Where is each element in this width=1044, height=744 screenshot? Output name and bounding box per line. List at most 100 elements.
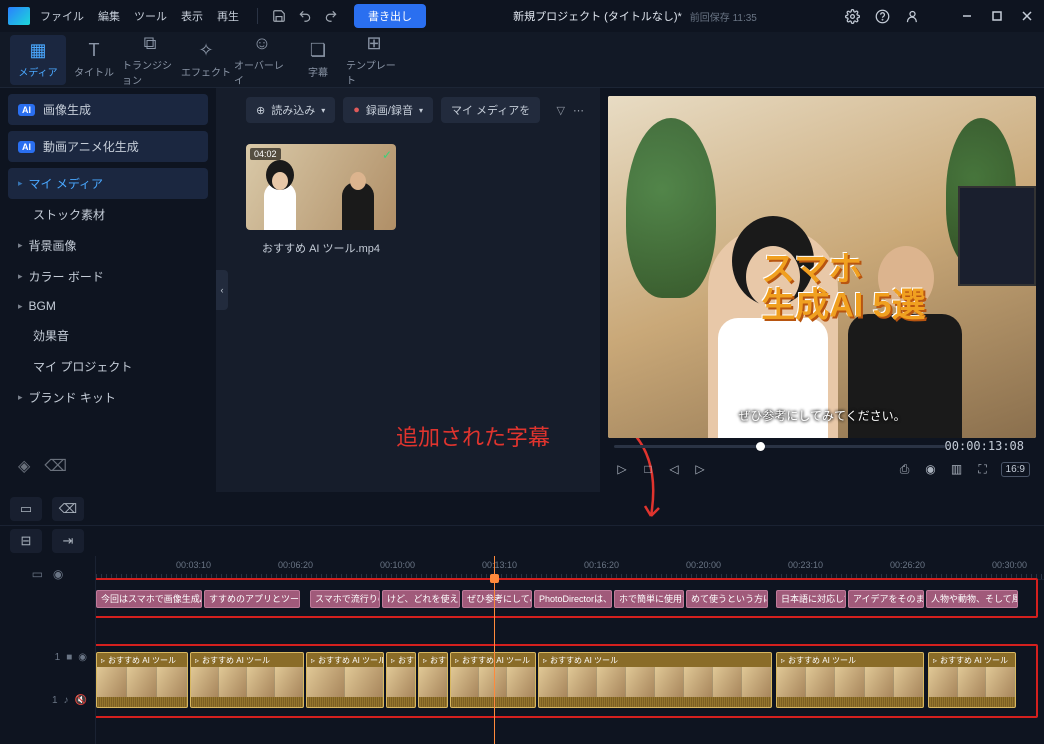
compare-icon[interactable]: ▥ — [949, 462, 965, 476]
timeline-tracks[interactable]: 00:03:1000:06:2000:10:0000:13:1000:16:20… — [96, 556, 1044, 744]
preview-scrubber[interactable]: 00:00:13:08 — [608, 438, 1036, 454]
record-button[interactable]: ●録画/録音▾ — [343, 97, 433, 123]
quality-icon[interactable]: ◉ — [923, 462, 939, 476]
export-button[interactable]: 書き出し — [354, 4, 426, 28]
ai-image-gen-button[interactable]: AI画像生成 — [8, 94, 208, 125]
annotation-label: 追加された字幕 — [396, 420, 550, 452]
ai-anime-gen-button[interactable]: AI動画アニメ化生成 — [8, 131, 208, 162]
video-clip[interactable]: ▹おすすめ AI ツール — [306, 652, 384, 708]
sidebar-item-stock[interactable]: ストック素材 — [8, 199, 208, 230]
timeline-tool-1[interactable]: ▭ — [10, 497, 42, 521]
video-clip[interactable]: ▹おすすめ AI ツール — [96, 652, 188, 708]
check-icon: ✓ — [382, 148, 392, 162]
undo-icon[interactable] — [296, 7, 314, 25]
mute-icon[interactable]: 🔇 — [75, 695, 87, 706]
main-tab-bar: ▦メディア Tタイトル ⧉トランジション ✧エフェクト ☺オーバーレイ ❏字幕 … — [0, 32, 1044, 88]
timeline-mode-2[interactable]: ⇥ — [52, 529, 84, 553]
settings-icon[interactable] — [844, 7, 862, 25]
snapshot-icon[interactable]: ⎙ — [897, 462, 913, 477]
app-logo — [8, 7, 30, 25]
subtitle-clip[interactable]: アイデアをそのまま — [848, 590, 924, 608]
filter-icon[interactable]: ▽ — [557, 104, 565, 117]
audio-track-icon[interactable]: ♪ — [64, 695, 69, 706]
tab-media[interactable]: ▦メディア — [10, 35, 66, 85]
window-close-icon[interactable] — [1018, 7, 1036, 25]
subtitle-clip[interactable]: めて使うという方に — [686, 590, 768, 608]
subtitle-clip[interactable]: 日本語に対応して — [776, 590, 846, 608]
menu-file[interactable]: ファイル — [40, 8, 84, 24]
video-track-icon[interactable]: ■ — [66, 652, 72, 663]
sidebar-item-colorboard[interactable]: ▸カラー ボード — [8, 261, 208, 292]
save-icon[interactable] — [270, 7, 288, 25]
aspect-ratio-button[interactable]: 16:9 — [1001, 462, 1030, 477]
playhead[interactable] — [494, 556, 495, 744]
media-filename: おすすめ AI ツール.mp4 — [246, 240, 396, 256]
video-track[interactable]: ▹おすすめ AI ツール▹おすすめ AI ツール▹おすすめ AI ツール▹おすす… — [96, 650, 1044, 712]
play-icon[interactable]: ▷ — [614, 462, 630, 476]
prev-frame-icon[interactable]: ◁ — [666, 462, 682, 476]
media-content-pane: ‹ ⊕読み込み▾ ●録画/録音▾ マイ メディアを ▽ ⋯ 04:02 ✓ おす… — [216, 88, 600, 492]
media-sidebar: AI画像生成 AI動画アニメ化生成 ▸マイ メディア ストック素材 ▸背景画像 … — [0, 88, 216, 492]
visibility-icon[interactable]: ◉ — [78, 652, 87, 663]
redo-icon[interactable] — [322, 7, 340, 25]
audio-track[interactable] — [96, 712, 1044, 736]
video-clip[interactable]: ▹おすすめ AI ツール — [538, 652, 772, 708]
subtitle-clip[interactable]: 人物や動物、そして風 — [926, 590, 1018, 608]
subtitle-clip[interactable]: けど、どれを使えばい — [382, 590, 460, 608]
tab-title[interactable]: Tタイトル — [66, 35, 122, 85]
menu-edit[interactable]: 編集 — [98, 8, 120, 24]
subtitle-clip[interactable]: 今回はスマホで画像生成A — [96, 590, 202, 608]
window-maximize-icon[interactable] — [988, 7, 1006, 25]
subtitle-clip[interactable]: すすめのアプリとツール — [204, 590, 300, 608]
help-icon[interactable] — [874, 7, 892, 25]
sidebar-item-bgm[interactable]: ▸BGM — [8, 292, 208, 320]
tab-transition[interactable]: ⧉トランジション — [122, 35, 178, 85]
menu-view[interactable]: 表示 — [181, 8, 203, 24]
subtitle-clip[interactable]: ホで簡単に使用で — [614, 590, 684, 608]
subtitle-track[interactable]: 今回はスマホで画像生成Aすすめのアプリとツールスマホで流行りの画けど、どれを使え… — [96, 586, 1044, 616]
next-frame-icon[interactable]: ▷ — [692, 462, 708, 476]
subtitle-clip[interactable]: PhotoDirectorは、 — [534, 590, 612, 608]
sidebar-item-mymedia[interactable]: ▸マイ メディア — [8, 168, 208, 199]
menu-play[interactable]: 再生 — [217, 8, 239, 24]
tab-effect[interactable]: ✧エフェクト — [178, 35, 234, 85]
video-clip[interactable]: ▹おすすめ AI ツール — [418, 652, 448, 708]
menu-tool[interactable]: ツール — [134, 8, 167, 24]
subtitle-clip[interactable]: スマホで流行りの画 — [310, 590, 380, 608]
sidebar-item-brandkit[interactable]: ▸ブランド キット — [8, 382, 208, 413]
sidebar-item-myproject[interactable]: マイ プロジェクト — [8, 351, 208, 382]
import-button[interactable]: ⊕読み込み▾ — [246, 97, 335, 123]
subtitle-clip[interactable]: ぜひ参考にしてみ — [462, 590, 532, 608]
video-clip[interactable]: ▹おすすめ AI ツール — [928, 652, 1016, 708]
timeline-area: ▭ ⌫ ⊟ ⇥ ▭ ◉ 1 ■ ◉ 1 ♪ 🔇 00:03:1000:06:20… — [0, 492, 1044, 744]
tab-template[interactable]: ⊞テンプレート — [346, 35, 402, 85]
video-clip[interactable]: ▹おすすめ AI ツール — [450, 652, 536, 708]
stop-icon[interactable]: □ — [640, 462, 656, 476]
video-clip[interactable]: ▹おすすめ AI ツール — [386, 652, 416, 708]
preview-caption: ぜひ参考にしてみてください。 — [738, 407, 905, 424]
sidebar-item-sfx[interactable]: 効果音 — [8, 320, 208, 351]
timeline-mode-1[interactable]: ⊟ — [10, 529, 42, 553]
mymedia-filter-button[interactable]: マイ メディアを — [441, 97, 540, 123]
video-clip[interactable]: ▹おすすめ AI ツール — [776, 652, 924, 708]
tab-subtitle[interactable]: ❏字幕 — [290, 35, 346, 85]
preview-timecode: 00:00:13:08 — [945, 439, 1024, 453]
project-title: 新規プロジェクト (タイトルなし)* — [513, 8, 682, 24]
eyedropper-icon[interactable]: ◈ — [18, 456, 30, 476]
media-item[interactable]: 04:02 ✓ おすすめ AI ツール.mp4 — [246, 144, 396, 256]
more-icon[interactable]: ⋯ — [573, 104, 584, 117]
video-clip[interactable]: ▹おすすめ AI ツール — [190, 652, 304, 708]
sidebar-item-background[interactable]: ▸背景画像 — [8, 230, 208, 261]
window-minimize-icon[interactable] — [958, 7, 976, 25]
preview-video[interactable]: スマホ 生成AI 5選 ぜひ参考にしてみてください。 — [608, 96, 1036, 438]
account-icon[interactable] — [904, 7, 922, 25]
media-duration: 04:02 — [250, 148, 281, 160]
eraser-icon[interactable]: ⌫ — [44, 456, 67, 476]
timeline-ruler[interactable]: 00:03:1000:06:2000:10:0000:13:1000:16:20… — [96, 556, 1044, 580]
tab-overlay[interactable]: ☺オーバーレイ — [234, 35, 290, 85]
fullscreen-icon[interactable]: ⛶ — [975, 462, 991, 477]
visibility-icon[interactable]: ◉ — [53, 567, 63, 581]
track-number: 1 — [55, 652, 61, 663]
subtitle-track-icon[interactable]: ▭ — [32, 567, 43, 581]
timeline-tool-eraser[interactable]: ⌫ — [52, 497, 84, 521]
